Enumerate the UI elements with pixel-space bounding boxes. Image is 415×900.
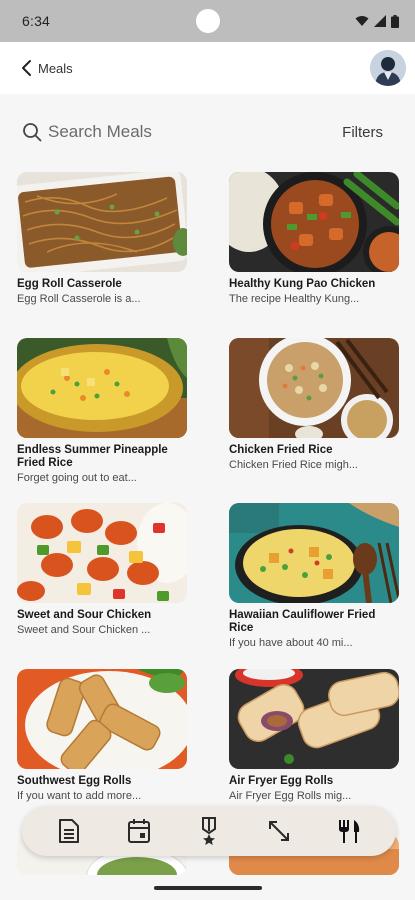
meal-card-healthy-kung-pao-chicken[interactable]: Healthy Kung Pao Chicken The recipe Heal… <box>229 172 399 306</box>
search-placeholder: Search Meals <box>48 122 152 141</box>
meal-title: Chicken Fried Rice <box>229 444 333 456</box>
search-icon <box>23 123 42 142</box>
meal-card-egg-roll-casserole[interactable]: Egg Roll Casserole Egg Roll Casserole is… <box>17 172 187 306</box>
back-label: Meals <box>38 60 73 76</box>
meal-description: Air Fryer Egg Rolls mig... <box>229 790 352 802</box>
meal-title: Southwest Egg Rolls <box>17 775 132 787</box>
meal-card-air-fryer-egg-rolls[interactable]: Air Fryer Egg Rolls Air Fryer Egg Rolls … <box>229 669 399 803</box>
camera-cutout <box>196 9 220 33</box>
meal-description: Egg Roll Casserole is a... <box>17 293 141 305</box>
user-avatar-icon <box>370 50 406 86</box>
nav-awards-button[interactable] <box>189 811 229 851</box>
meal-image-hawaiian-cauliflower-fried-rice <box>229 503 399 603</box>
signal-icon <box>374 15 386 27</box>
status-icons <box>355 14 399 28</box>
medal-icon <box>202 817 216 845</box>
app-bar: Meals <box>0 42 415 94</box>
calendar-icon <box>128 819 150 843</box>
meal-card-southwest-egg-rolls[interactable]: Southwest Egg Rolls If you want to add m… <box>17 669 187 803</box>
wifi-icon <box>355 16 369 26</box>
avatar[interactable] <box>370 50 406 86</box>
status-bar: 6:34 <box>0 0 415 42</box>
meal-description: If you have about 40 mi... <box>229 637 353 649</box>
meal-title: Hawaiian Cauliflower Fried Rice <box>229 609 376 634</box>
nav-document-button[interactable] <box>49 811 89 851</box>
search-input[interactable]: Search Meals <box>22 122 152 142</box>
nav-meals-button[interactable] <box>329 811 369 851</box>
filters-button[interactable]: Filters <box>342 124 383 141</box>
status-time: 6:34 <box>22 13 51 29</box>
meal-image-pineapple-fried-rice <box>17 338 187 438</box>
meal-image-healthy-kung-pao-chicken <box>229 172 399 272</box>
bottom-navigation <box>22 806 396 856</box>
document-icon <box>59 819 79 843</box>
meal-card-chicken-fried-rice[interactable]: Chicken Fried Rice Chicken Fried Rice mi… <box>229 338 399 472</box>
meal-title: Air Fryer Egg Rolls <box>229 775 334 787</box>
home-indicator[interactable] <box>154 886 262 890</box>
meal-card-hawaiian-cauliflower-fried-rice[interactable]: Hawaiian Cauliflower Fried Rice If you h… <box>229 503 399 650</box>
meal-title: Sweet and Sour Chicken <box>17 609 152 621</box>
back-button[interactable]: Meals <box>20 59 73 77</box>
meal-title: Egg Roll Casserole <box>17 278 122 290</box>
meal-card-pineapple-fried-rice[interactable]: Endless Summer Pineapple Fried Rice Forg… <box>17 338 187 485</box>
meal-description: Sweet and Sour Chicken ... <box>17 624 151 636</box>
meal-image-southwest-egg-rolls <box>17 669 187 769</box>
meal-image-sweet-and-sour-chicken <box>17 503 187 603</box>
chevron-left-icon <box>22 60 31 76</box>
meal-description: Forget going out to eat... <box>17 472 137 484</box>
expand-arrows-icon <box>269 821 289 841</box>
utensils-icon <box>339 820 360 843</box>
meal-description: The recipe Healthy Kung... <box>229 293 360 305</box>
nav-expand-button[interactable] <box>259 811 299 851</box>
meal-image-chicken-fried-rice <box>229 338 399 438</box>
meal-title: Healthy Kung Pao Chicken <box>229 278 376 290</box>
meal-image-air-fryer-egg-rolls <box>229 669 399 769</box>
meal-description: Chicken Fried Rice migh... <box>229 459 358 471</box>
nav-calendar-button[interactable] <box>119 811 159 851</box>
meal-title: Endless Summer Pineapple Fried Rice <box>17 444 168 469</box>
battery-icon <box>391 14 399 28</box>
meal-image-egg-roll-casserole <box>17 172 187 272</box>
meal-description: If you want to add more... <box>17 790 142 802</box>
meal-card-sweet-and-sour-chicken[interactable]: Sweet and Sour Chicken Sweet and Sour Ch… <box>17 503 187 637</box>
search-row: Search Meals Filters <box>0 108 415 156</box>
